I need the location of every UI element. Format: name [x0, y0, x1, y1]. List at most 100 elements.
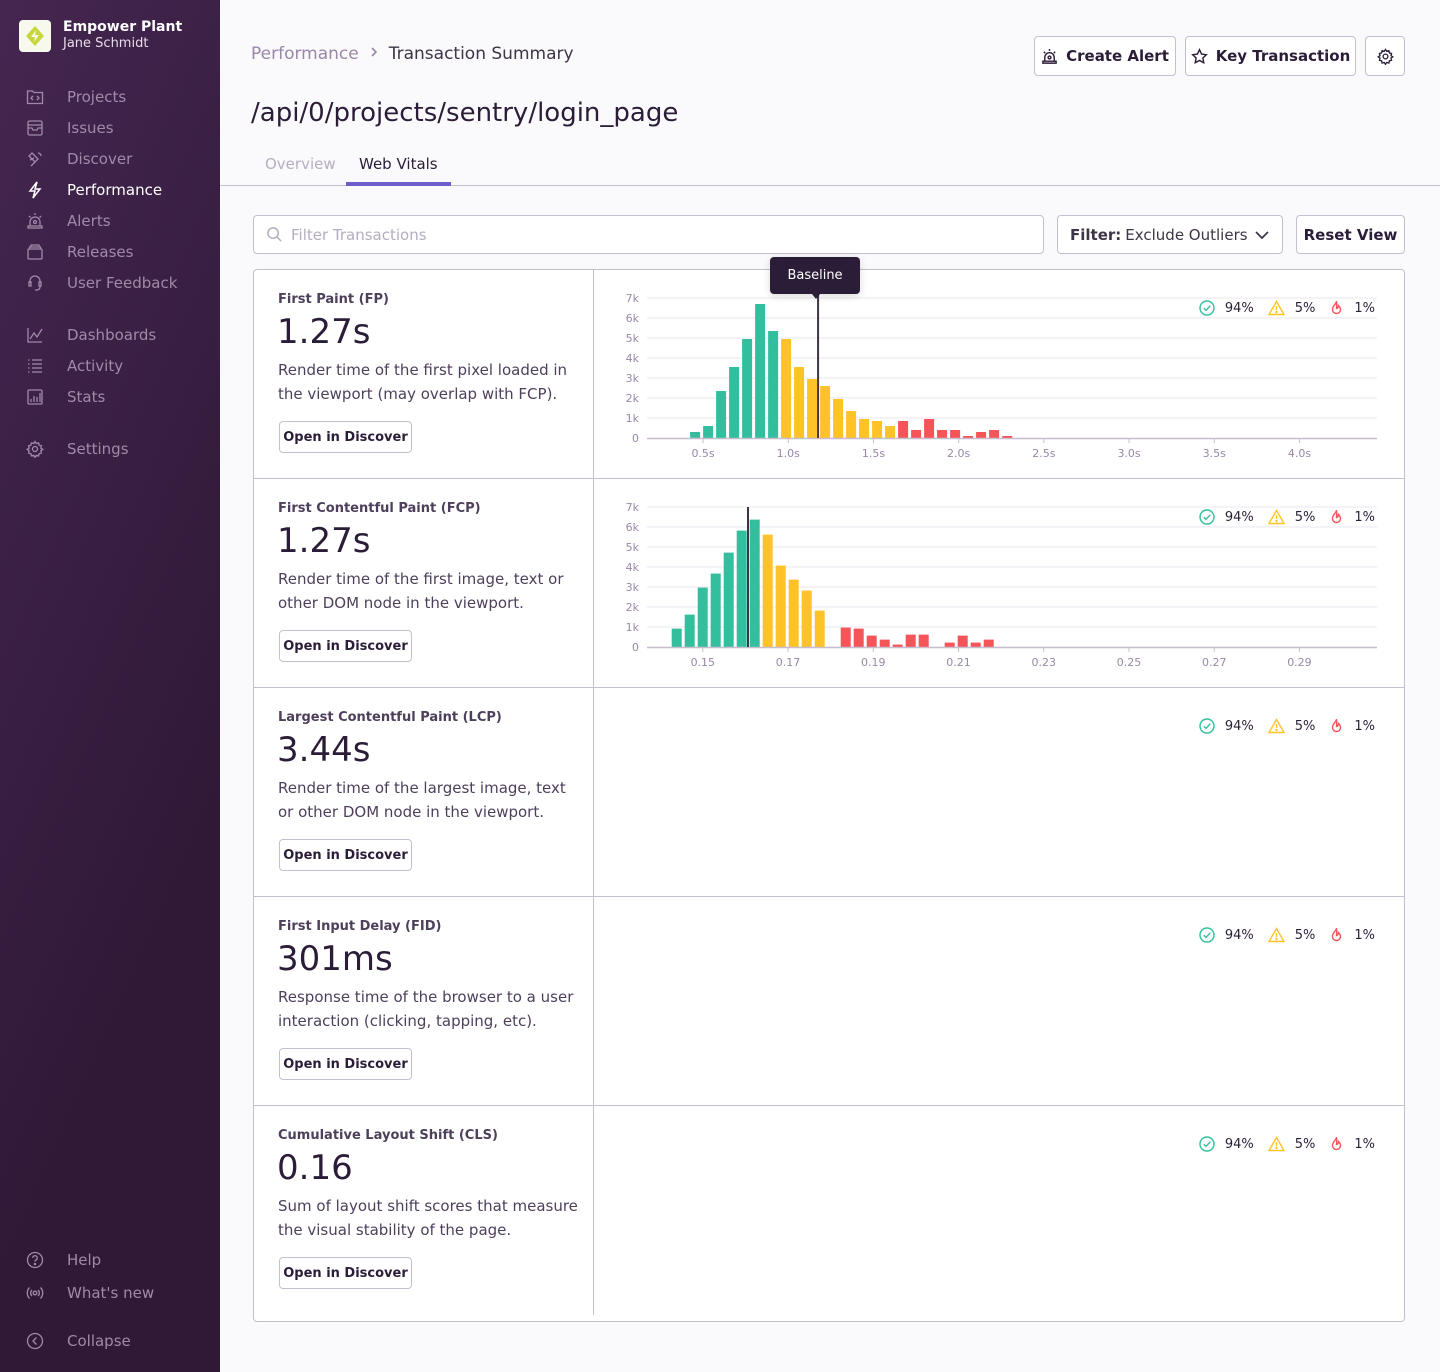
key-transaction-button[interactable]: Key Transaction [1185, 36, 1356, 76]
histogram-bar-good [723, 552, 734, 647]
legend-percent: 94% [1224, 509, 1254, 525]
vital-description: Response time of the browser to a user i… [278, 988, 574, 1030]
activity-icon [26, 357, 44, 375]
y-tick-label: 2k [626, 392, 640, 405]
vital-value: 0.16 [277, 1148, 353, 1188]
search-input[interactable] [291, 225, 991, 244]
open-in-discover-button[interactable]: Open in Discover [279, 630, 412, 662]
sidebar-item-settings[interactable]: Settings [26, 437, 206, 461]
create-alert-button[interactable]: Create Alert [1034, 36, 1176, 76]
histogram-bar-poor [1002, 436, 1013, 438]
breadcrumb-performance[interactable]: Performance [251, 44, 359, 64]
search-icon [267, 227, 282, 242]
org-switcher[interactable]: Empower Plant Jane Schmidt [19, 19, 182, 52]
baseline-tooltip: Baseline [770, 257, 860, 299]
histogram-bar-poor [853, 628, 864, 647]
legend-item-good: 94% [1199, 1136, 1254, 1152]
vital-histogram[interactable]: 94% 5% 1% [595, 1106, 1404, 1314]
open-in-discover-button[interactable]: Open in Discover [279, 839, 412, 871]
vital-histogram[interactable]: 94% 5% 1% [595, 897, 1404, 1105]
discover-icon [26, 150, 44, 168]
legend-item-poor: 1% [1329, 1136, 1375, 1152]
sidebar-item-label: What's new [67, 1284, 155, 1302]
sidebar-item-alerts[interactable]: Alerts [26, 209, 206, 233]
open-in-discover-button[interactable]: Open in Discover [279, 1257, 412, 1289]
vital-value: 1.27s [277, 521, 371, 561]
sidebar-item-discover[interactable]: Discover [26, 147, 206, 171]
legend-item-good: 94% [1199, 927, 1254, 943]
vital-row: Largest Contentful Paint (LCP) 3.44s Ren… [254, 688, 1404, 897]
legend-percent: 5% [1294, 927, 1316, 943]
user-name: Jane Schmidt [63, 36, 149, 51]
y-tick-label: 3k [626, 581, 640, 594]
legend-percent: 5% [1294, 1136, 1316, 1152]
outlier-filter-dropdown[interactable]: Filter: Exclude Outliers [1057, 215, 1283, 254]
histogram-bar-meh [833, 399, 844, 438]
tab-web-vitals[interactable]: Web Vitals [346, 155, 451, 186]
vital-info: Cumulative Layout Shift (CLS) 0.16 Sum o… [254, 1106, 594, 1315]
sidebar-item-label: Collapse [67, 1332, 131, 1350]
star-icon [1190, 47, 1208, 64]
histogram-bar-meh [788, 579, 799, 647]
x-tick-label: 0.29 [1287, 656, 1312, 669]
histogram-bar-meh [807, 379, 818, 438]
sidebar-item-help[interactable]: Help [26, 1248, 206, 1272]
reset-view-button[interactable]: Reset View [1296, 215, 1405, 254]
sidebar-item-activity[interactable]: Activity [26, 354, 206, 378]
siren-icon [1042, 48, 1057, 64]
sidebar-collapse[interactable]: Collapse [26, 1329, 206, 1353]
sidebar-item-label: Dashboards [67, 326, 157, 344]
legend-percent: 94% [1224, 927, 1254, 943]
sidebar-item-releases[interactable]: Releases [26, 240, 206, 264]
vital-legend: 94% 5% 1% [1185, 718, 1375, 734]
tab-overview[interactable]: Overview [265, 155, 336, 185]
legend-percent: 1% [1354, 300, 1375, 316]
y-tick-label: 0 [632, 432, 639, 445]
vital-histogram[interactable]: 94% 5% 1% [595, 688, 1404, 896]
legend-percent: 5% [1294, 718, 1316, 734]
sidebar-item-whats-new[interactable]: What's new [26, 1281, 206, 1305]
check-circle-icon [1199, 509, 1220, 525]
open-in-discover-button[interactable]: Open in Discover [279, 421, 412, 453]
settings-button[interactable] [1365, 36, 1405, 76]
legend-item-poor: 1% [1329, 509, 1375, 525]
x-tick-label: 0.23 [1031, 656, 1056, 669]
histogram-bar-good [768, 331, 779, 438]
legend-item-good: 94% [1199, 718, 1254, 734]
vital-histogram[interactable]: 0 1k 2k 3k 4k 5k 6k 7k 0.5s 1.0s 1.5s 2.0s 2.5s 3.0s 3… [595, 270, 1404, 478]
legend-item-meh: 01k2k3k4k5k6k7k3.0s3.2s3.4s3.6s3.8s4.0s4… [1267, 300, 1315, 316]
sidebar-item-label: Issues [67, 119, 114, 137]
vital-value: 301ms [277, 939, 393, 979]
sidebar-item-label: Activity [67, 357, 124, 375]
sidebar-item-label: Settings [67, 440, 129, 458]
warning-icon [1267, 509, 1290, 525]
issues-icon [26, 119, 44, 137]
check-circle-icon: 01k2k3k4k5k6k7k0.5s1.0s1.5s2.0s2.5s3.0s3… [1199, 300, 1220, 316]
gear-icon [1376, 47, 1394, 65]
vital-description: Render time of the first image, text or … [278, 570, 564, 612]
vital-row: First Contentful Paint (FCP) 1.27s Rende… [254, 479, 1404, 688]
sidebar-item-user-feedback[interactable]: User Feedback [26, 271, 206, 295]
sidebar-item-issues[interactable]: Issues [26, 116, 206, 140]
vital-legend: 01k2k3k4k5k6k7k0.5s1.0s1.5s2.0s2.5s3.0s3… [1185, 300, 1375, 316]
sidebar-item-stats[interactable]: Stats [26, 385, 206, 409]
legend-item-poor: 01k2k3k4k5k6k7k200ms220ms240ms260ms280ms… [1329, 300, 1375, 316]
sidebar-item-projects[interactable]: Projects [26, 85, 206, 109]
org-logo [19, 19, 51, 52]
histogram-bar-poor [950, 430, 961, 438]
vital-histogram[interactable]: 0 1k 2k 3k 4k 5k 6k 7k 0.15 0.17 0.19 0.21 0.23 0.25 0… [595, 479, 1404, 687]
x-tick-label: 1.5s [862, 447, 885, 460]
warning-icon [1267, 927, 1290, 943]
breadcrumb-transaction-summary: Transaction Summary [388, 44, 574, 64]
sidebar-item-dashboards[interactable]: Dashboards [26, 323, 206, 347]
vital-description: Render time of the first pixel loaded in… [278, 361, 568, 403]
search-bar[interactable] [253, 215, 1044, 254]
histogram-bar-poor [924, 419, 935, 438]
x-tick-label: 3.5s [1203, 447, 1226, 460]
filter-value: Exclude Outliers [1125, 225, 1248, 244]
legend-percent: 94% [1224, 718, 1254, 734]
open-in-discover-button[interactable]: Open in Discover [279, 1048, 412, 1080]
x-tick-label: 0.25 [1117, 656, 1142, 669]
sidebar-item-performance[interactable]: Performance [26, 178, 206, 202]
histogram-bar-good [716, 391, 727, 438]
